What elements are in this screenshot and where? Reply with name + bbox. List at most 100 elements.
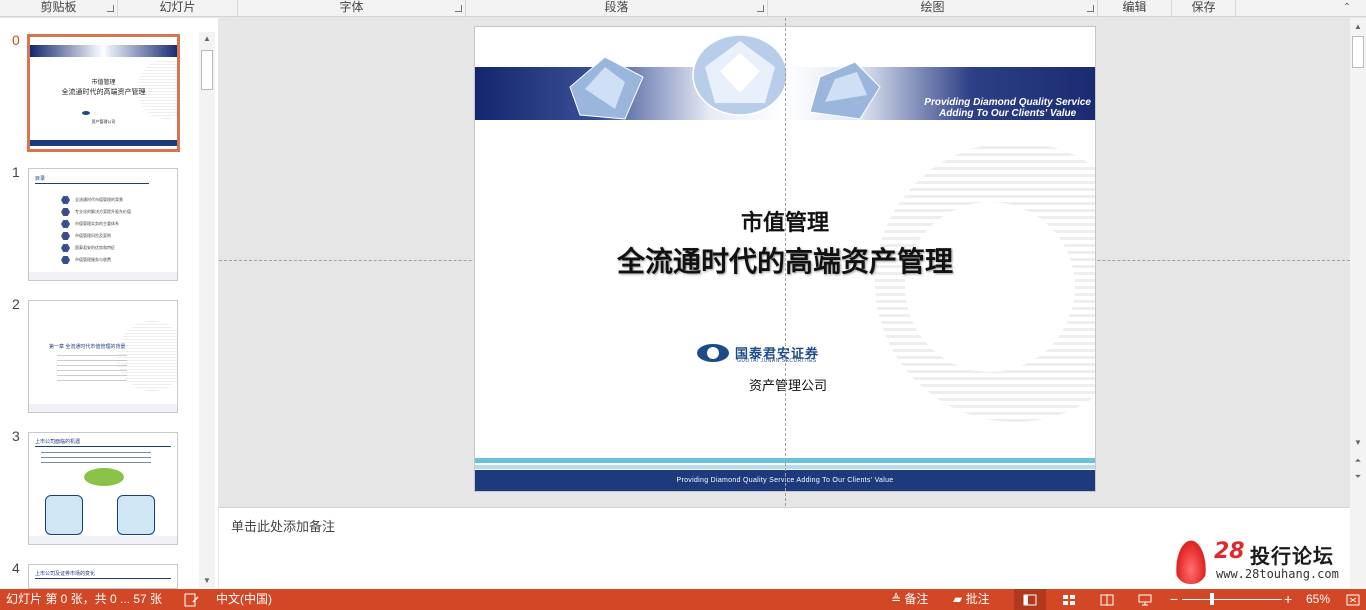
scroll-up-icon[interactable]: ▲ [1351,20,1365,34]
thumb-hex-icon [61,208,70,216]
slideshow-icon [1138,594,1152,606]
chevron-up-icon: ⌃ [1342,2,1352,13]
ribbon-group-label: 字体 [339,0,364,14]
thumb-callout [117,495,155,535]
slide-thumbnail-4[interactable]: 上市公司及证券市场的变化 [28,564,178,589]
comments-button[interactable]: ▰ 批注 [953,589,990,610]
slide-thumbnail-1[interactable]: 目录 全流通时代市值管理的背景 专业化的解决方案提升股东价值 市值管理实务的主要… [28,168,178,281]
ribbon-group-save: 保存 [1172,0,1236,17]
previous-slide-icon[interactable]: ⏶ [1351,454,1365,468]
vertical-guide[interactable] [785,18,786,506]
reading-view-button[interactable] [1100,589,1114,610]
ribbon-group-drawing: 绘图 [768,0,1098,17]
ribbon-group-editing: 编辑 [1098,0,1172,17]
slide-thumbnail-0[interactable]: 市值管理 全流通时代的高端资产管理 资产管理公司 [27,34,180,152]
logo-mark-icon [697,344,729,362]
thumb-banner [30,45,177,57]
zoom-slider-knob[interactable] [1210,593,1214,605]
scrollbar-thumb[interactable] [1352,36,1364,68]
slide-sorter-icon [1063,594,1075,605]
thumb-toc-row: 市值管理服务与收费 [75,257,111,262]
thumb-footer [29,404,177,412]
thumb-divider [35,578,171,579]
ribbon-group-label: 绘图 [920,0,945,14]
ribbon-group-clipboard: 剪贴板 [0,0,118,17]
scroll-up-icon[interactable]: ▲ [200,32,214,46]
slide-thumbnail-3[interactable]: 上市公司面临的机遇 [28,432,178,545]
ribbon-group-label: 编辑 [1122,0,1147,14]
thumb-divider [35,446,171,447]
scrollbar-thumb[interactable] [201,50,213,90]
scroll-down-icon[interactable]: ▼ [200,574,214,588]
zoom-out-button[interactable]: − [1170,589,1178,610]
scroll-down-icon[interactable]: ▼ [1351,436,1365,450]
ribbon-group-bar: 剪贴板 幻灯片 字体 段落 绘图 编辑 保存 ⌃ [0,0,1366,17]
thumb-heading: 第一章 全流通时代市值管理的背景 [49,344,126,350]
dialog-launcher-icon[interactable] [107,5,114,12]
thumb-subtitle: 全流通时代的高端资产管理 [61,89,146,96]
ribbon-group-paragraph: 段落 [466,0,768,17]
thumb-text-lines [41,451,151,463]
thumb-ellipse [84,468,124,486]
forum-watermark: 28 投行论坛 www.28touhang.com [1170,536,1350,586]
thumb-heading: 上市公司面临的机遇 [35,439,81,445]
comment-icon: ▰ [953,592,963,606]
banner-tagline: Providing Diamond Quality Service Adding… [924,97,1091,119]
thumb-callout [45,495,83,535]
ribbon-group-label: 段落 [604,0,629,14]
ribbon-group-slides: 幻灯片 [118,0,238,17]
slide-sorter-button[interactable] [1062,589,1076,610]
thumb-toc-row: 国泰君安的优势和特征 [75,245,115,250]
ribbon-group-label: 幻灯片 [159,0,196,14]
dialog-launcher-icon[interactable] [1087,5,1094,12]
zoom-level[interactable]: 65% [1306,589,1330,610]
notes-button[interactable]: ≜ 备注 [891,589,928,610]
ribbon-group-label: 剪贴板 [40,0,77,14]
thumbnail-number: 3 [12,428,20,444]
thumb-text-lines [57,355,127,381]
dialog-launcher-icon[interactable] [757,5,764,12]
notes-placeholder[interactable]: 单击此处添加备注 [231,516,335,535]
thumb-toc-row: 市值管理风险及案例 [75,233,111,238]
status-bar: 幻灯片 第 0 张，共 0 ... 57 张 中文(中国) ≜ 备注 ▰ 批注 … [0,589,1366,610]
watermark-url: www.28touhang.com [1216,567,1339,581]
thumb-divider [35,183,149,184]
next-slide-icon[interactable]: ⏷ [1351,470,1365,484]
notes-icon: ≜ [891,592,902,606]
normal-view-button[interactable] [1014,589,1046,610]
comments-label: 批注 [965,592,990,606]
thumbnail-scrollbar[interactable]: ▲ ▼ [199,32,215,588]
dialog-launcher-icon[interactable] [455,5,462,12]
watermark-number: 28 [1214,539,1245,564]
thumbnail-number: 2 [12,296,20,312]
watermark-name: 投行论坛 [1250,544,1334,568]
thumb-hex-icon [61,244,70,252]
spell-check-icon[interactable] [184,589,200,610]
thumb-toc-row: 专业化的解决方案提升股东价值 [75,209,131,214]
slideshow-button[interactable] [1138,589,1152,610]
slide-thumbnail-panel: 0 市值管理 全流通时代的高端资产管理 资产管理公司 1 目录 全流通时代市值管… [0,18,218,589]
thumb-footer [29,272,177,280]
thumb-heading: 目录 [35,176,46,182]
ribbon-group-label: 保存 [1191,0,1216,14]
thumb-footer [29,536,177,544]
thumb-company: 资产管理公司 [91,119,116,124]
notes-label: 备注 [904,592,929,606]
slide-scrollbar[interactable]: ▲ ▼ ⏶ ⏷ [1350,18,1366,589]
banner-tagline-line1: Providing Diamond Quality Service [924,97,1091,108]
ribbon-group-font: 字体 [238,0,466,17]
reading-view-icon [1100,594,1114,606]
language-indicator[interactable]: 中文(中国) [216,589,272,610]
fit-slide-button[interactable] [1346,589,1360,610]
thumb-toc-row: 市值管理实务的主要体系 [75,221,119,226]
zoom-slider-track[interactable] [1182,599,1282,600]
zoom-in-button[interactable]: + [1284,589,1292,610]
collapse-ribbon-button[interactable]: ⌃ [1340,1,1354,15]
thumbnail-number: 1 [12,164,20,180]
thumbnail-number: 4 [12,560,20,576]
thumb-heading: 上市公司及证券市场的变化 [35,571,96,577]
thumb-title: 市值管理 [91,80,116,86]
slide-counter: 幻灯片 第 0 张，共 0 ... 57 张 [6,592,163,606]
slide-thumbnail-2[interactable]: 第一章 全流通时代市值管理的背景 [28,300,178,413]
normal-view-icon [1023,594,1037,606]
